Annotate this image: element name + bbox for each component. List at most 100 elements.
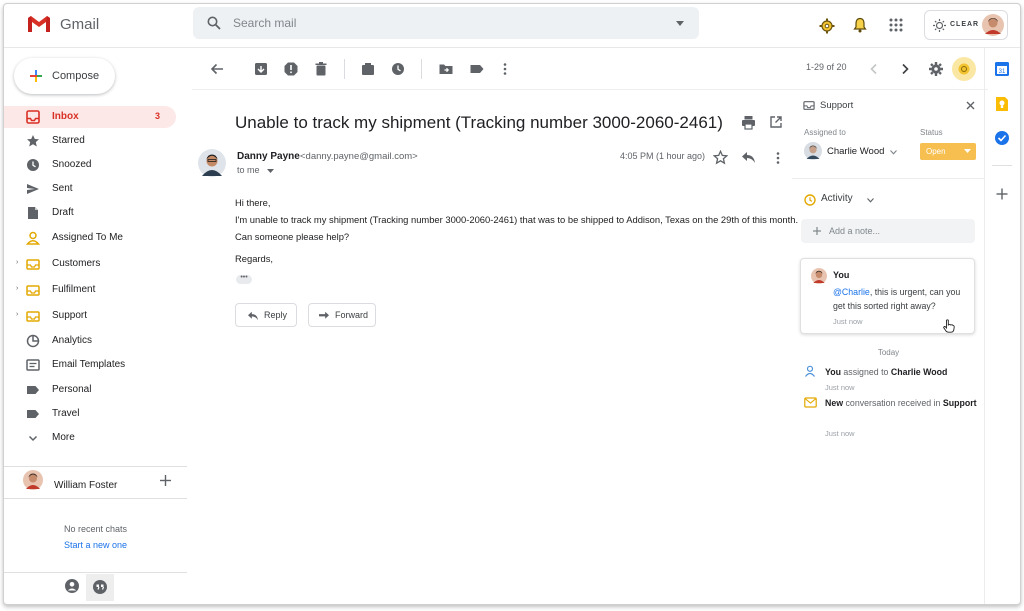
status-dropdown[interactable]: Open bbox=[920, 143, 976, 160]
clear-sidebar-toggle[interactable] bbox=[952, 57, 976, 81]
add-note-input[interactable]: Add a note... bbox=[801, 219, 975, 243]
sidebar-item-email-templates[interactable]: Email Templates bbox=[4, 354, 176, 376]
sidebar-item-travel[interactable]: Travel bbox=[4, 403, 176, 425]
mark-unread-icon[interactable] bbox=[360, 61, 376, 77]
open-new-window-icon[interactable] bbox=[769, 115, 783, 129]
print-icon[interactable] bbox=[741, 115, 756, 130]
sidebar-item-personal[interactable]: Personal bbox=[4, 379, 176, 401]
show-trimmed-content-button[interactable]: ••• bbox=[236, 274, 252, 284]
account-avatar[interactable] bbox=[982, 14, 1004, 36]
expand-caret-icon[interactable]: › bbox=[16, 259, 18, 266]
forward-label: Forward bbox=[335, 310, 369, 320]
back-arrow-icon[interactable] bbox=[209, 61, 225, 77]
user-avatar[interactable] bbox=[23, 470, 43, 490]
activity-event-assigned: You assigned to Charlie Wood bbox=[825, 366, 947, 379]
sidebar-item-label: Snoozed bbox=[52, 159, 92, 170]
sidebar-item-more[interactable]: More bbox=[4, 427, 176, 449]
calendar-icon[interactable]: 31 bbox=[994, 61, 1010, 77]
search-input[interactable]: Search mail bbox=[233, 16, 296, 30]
reply-arrow-icon[interactable] bbox=[741, 151, 756, 164]
label-tag-icon[interactable] bbox=[469, 61, 485, 77]
sidebar-item-sent[interactable]: Sent bbox=[4, 178, 176, 200]
sidebar-item-draft[interactable]: Draft bbox=[4, 202, 176, 224]
event-action: assigned to bbox=[840, 367, 891, 377]
unread-count-badge: 3 bbox=[154, 111, 160, 121]
gmail-logo-icon[interactable] bbox=[26, 14, 52, 34]
recipient-chevron-icon[interactable] bbox=[267, 169, 274, 173]
label-icon bbox=[26, 407, 40, 421]
delete-trash-icon[interactable] bbox=[313, 61, 329, 77]
activity-event-received: New conversation received in Support bbox=[825, 397, 980, 410]
get-addons-plus-icon[interactable] bbox=[994, 186, 1010, 202]
comment-mention[interactable]: @Charlie bbox=[833, 287, 870, 297]
email-subject: Unable to track my shipment (Tracking nu… bbox=[235, 113, 723, 132]
settings-gear-icon[interactable] bbox=[928, 61, 944, 77]
expand-caret-icon[interactable]: › bbox=[16, 285, 18, 292]
panel-section-divider bbox=[792, 178, 985, 179]
divider bbox=[4, 466, 187, 467]
toolbar-divider bbox=[421, 59, 422, 79]
hangouts-user-name[interactable]: William Foster bbox=[54, 480, 117, 491]
sidebar-item-snoozed[interactable]: Snoozed bbox=[4, 154, 176, 176]
assignee-chevron-icon[interactable] bbox=[890, 150, 897, 155]
expand-caret-icon[interactable]: › bbox=[16, 311, 18, 318]
clear-addon-button[interactable]: CLEAR bbox=[924, 10, 1008, 40]
sidebar-item-support[interactable]: › Support bbox=[4, 305, 176, 327]
sidebar-item-analytics[interactable]: Analytics bbox=[4, 330, 176, 352]
sidebar-item-customers[interactable]: › Customers bbox=[4, 253, 176, 275]
chevron-down-icon bbox=[26, 431, 40, 445]
activity-chevron-icon[interactable] bbox=[867, 198, 874, 203]
forward-button[interactable]: Forward bbox=[308, 303, 376, 327]
no-recent-chats-text: No recent chats bbox=[63, 524, 128, 534]
star-outline-icon[interactable] bbox=[713, 150, 728, 165]
panel-title: Support bbox=[820, 100, 854, 111]
divider bbox=[4, 572, 187, 573]
sender-avatar[interactable] bbox=[198, 149, 226, 177]
search-icon[interactable] bbox=[207, 16, 221, 30]
report-spam-icon[interactable] bbox=[283, 61, 299, 77]
status-value: Open bbox=[926, 147, 946, 156]
sidebar-item-assigned-to-me[interactable]: Assigned To Me bbox=[4, 227, 176, 249]
add-chat-plus-icon[interactable] bbox=[160, 475, 171, 486]
activity-filter-dropdown[interactable]: Activity bbox=[821, 193, 853, 204]
template-icon bbox=[26, 358, 40, 372]
more-vert-icon[interactable] bbox=[497, 61, 513, 77]
email-body-line: I'm unable to track my shipment (Trackin… bbox=[235, 214, 799, 225]
gmail-window: Gmail Search mail CLEAR Compose Inbox 3 … bbox=[3, 3, 1021, 605]
assignee-dropdown[interactable]: Charlie Wood bbox=[827, 146, 884, 157]
comment-card[interactable]: You @Charlie, this is urgent, can you ge… bbox=[800, 258, 975, 334]
email-body-line: Regards, bbox=[235, 253, 274, 264]
reply-label: Reply bbox=[264, 310, 288, 320]
gear-addon-icon[interactable] bbox=[819, 18, 835, 34]
search-bar[interactable]: Search mail bbox=[193, 7, 699, 39]
status-chevron-icon bbox=[964, 149, 971, 154]
hangouts-tab[interactable] bbox=[86, 574, 114, 601]
recipient-details[interactable]: to me bbox=[237, 165, 260, 175]
contacts-person-icon[interactable] bbox=[65, 579, 79, 593]
prev-page-chevron-icon[interactable] bbox=[866, 61, 882, 77]
bell-icon[interactable] bbox=[853, 17, 867, 33]
sidebar-item-label: Analytics bbox=[52, 335, 93, 346]
start-new-chat-link[interactable]: Start a new one bbox=[4, 540, 187, 550]
event-actor: You bbox=[825, 367, 841, 377]
close-icon[interactable] bbox=[966, 101, 975, 110]
search-options-icon[interactable] bbox=[676, 21, 684, 26]
sidebar-item-label: Travel bbox=[52, 408, 80, 419]
snooze-clock-icon[interactable] bbox=[390, 61, 406, 77]
apps-grid-icon[interactable] bbox=[889, 18, 903, 32]
sidebar-item-inbox[interactable]: Inbox 3 bbox=[4, 106, 176, 128]
sidebar-item-fulfilment[interactable]: › Fulfilment bbox=[4, 279, 176, 301]
reply-button[interactable]: Reply bbox=[235, 303, 297, 327]
keep-notes-icon[interactable] bbox=[994, 96, 1010, 112]
next-page-chevron-icon[interactable] bbox=[897, 61, 913, 77]
event-time: Just now bbox=[825, 383, 855, 392]
sidebar-item-starred[interactable]: Starred bbox=[4, 130, 176, 152]
message-more-vert-icon[interactable] bbox=[771, 151, 785, 165]
sidebar-item-label: Email Templates bbox=[52, 359, 126, 370]
person-icon bbox=[26, 231, 40, 245]
send-icon bbox=[26, 182, 40, 196]
archive-icon[interactable] bbox=[253, 61, 269, 77]
compose-button[interactable]: Compose bbox=[14, 58, 115, 94]
tasks-icon[interactable] bbox=[994, 130, 1010, 146]
move-to-folder-icon[interactable] bbox=[438, 61, 454, 77]
